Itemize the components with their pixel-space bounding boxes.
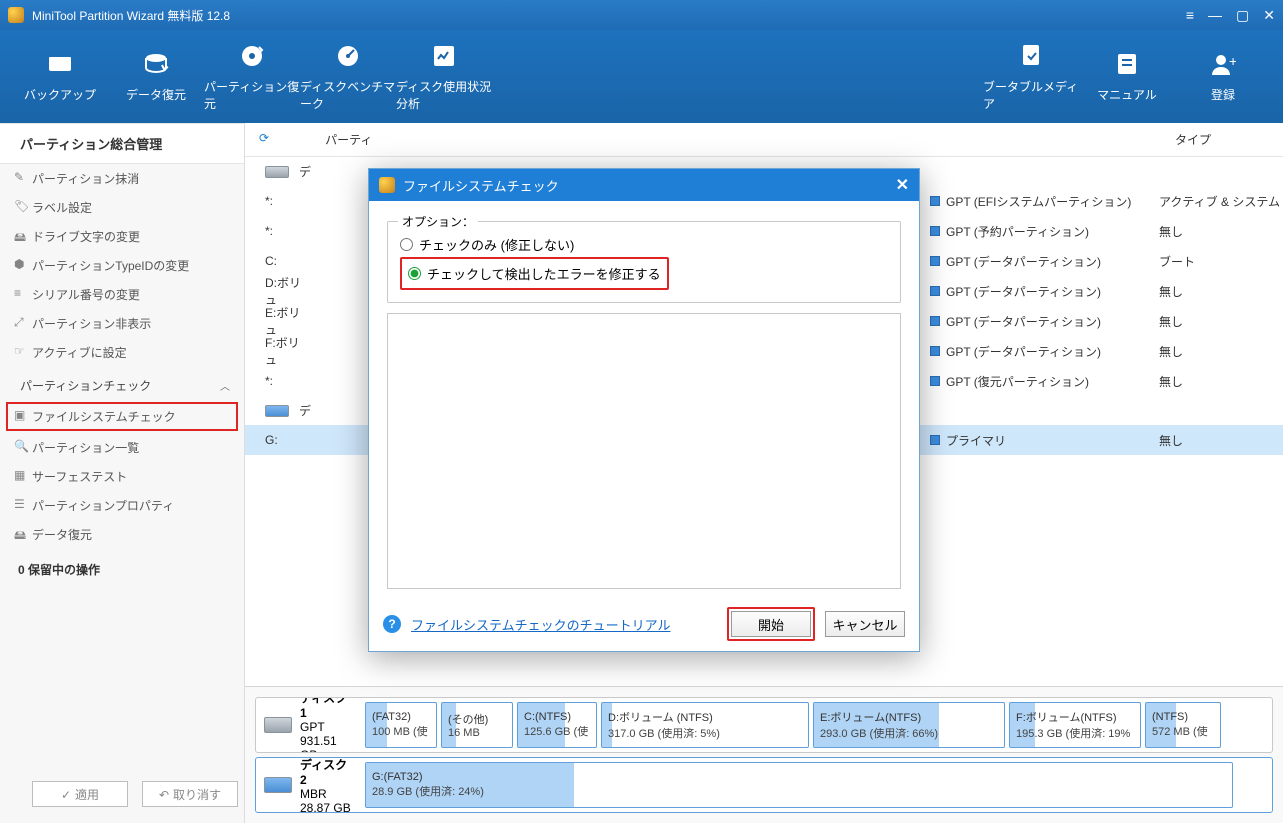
radio-check-only[interactable]: チェックのみ (修正しない) [400, 235, 888, 254]
manual-icon [1113, 50, 1141, 78]
disk-icon [265, 166, 289, 178]
options-legend: オプション： [398, 213, 478, 230]
sidebar-item-filesystem-check[interactable]: ▣ファイルシステムチェック [6, 402, 238, 431]
disk-icon [265, 405, 289, 417]
sidebar-item-typeid[interactable]: ⬢パーティションTypeIDの変更 [0, 251, 244, 280]
sidebar-item-data-recover[interactable]: 🖴データ復元 [0, 520, 244, 549]
sidebar-item-drive-letter[interactable]: 🖴ドライブ文字の変更 [0, 222, 244, 251]
start-button[interactable]: 開始 [731, 611, 811, 637]
help-icon[interactable]: ? [383, 615, 401, 633]
svg-text:+: + [1229, 53, 1236, 69]
disk-map-area: ディスク 1 GPT 931.51 GB (FAT32)100 MB (使(その… [245, 686, 1283, 823]
backup-button[interactable]: バックアップ [12, 37, 108, 117]
sidebar-group-check: ▣ファイルシステムチェック 🔍パーティション一覧 ▦サーフェステスト ☰パーティ… [0, 402, 244, 549]
sidebar-item-hide[interactable]: ⤢パーティション非表示 [0, 309, 244, 338]
filesystem-check-dialog: ファイルシステムチェック ✕ オプション： チェックのみ (修正しない) チェッ… [368, 168, 920, 652]
dialog-icon [379, 177, 395, 193]
disk-map-partition[interactable]: D:ボリューム (NTFS)317.0 GB (使用済: 5%) [601, 702, 809, 748]
bootable-media-button[interactable]: ブータブルメディア [983, 37, 1079, 117]
dialog-close-button[interactable]: ✕ [896, 175, 909, 195]
disk-usage-button[interactable]: ディスク使用状況分析 [396, 37, 492, 117]
disk-benchmark-button[interactable]: ディスクベンチマーク [300, 37, 396, 117]
register-icon: + [1209, 50, 1237, 78]
main-toolbar: バックアップ データ復元 パーティション復元 ディスクベンチマーク ディスク使用… [0, 30, 1283, 123]
refresh-icon[interactable]: ⟳ [259, 131, 269, 148]
partition-recovery-icon [238, 42, 266, 70]
minimize-button[interactable]: — [1208, 7, 1222, 23]
sidebar-section-check[interactable]: パーティションチェック︿ [0, 367, 244, 400]
menu-icon[interactable]: ≡ [1186, 7, 1194, 23]
data-recovery-button[interactable]: データ復元 [108, 37, 204, 117]
disk-icon [264, 777, 292, 793]
partition-table-header: ⟳ パーティ タイプ 状態 [245, 123, 1283, 157]
sidebar-item-surface-test[interactable]: ▦サーフェステスト [0, 462, 244, 491]
manual-button[interactable]: マニュアル [1079, 37, 1175, 117]
sidebar-item-partition-list[interactable]: 🔍パーティション一覧 [0, 433, 244, 462]
log-output [387, 313, 901, 589]
backup-icon [46, 50, 74, 78]
maximize-button[interactable]: ▢ [1236, 7, 1249, 24]
disk-map-partition[interactable]: F:ボリューム(NTFS)195.3 GB (使用済: 19% [1009, 702, 1141, 748]
sidebar-item-serial[interactable]: ≡シリアル番号の変更 [0, 280, 244, 309]
radio-check-and-fix[interactable]: チェックして検出したエラーを修正する [408, 264, 661, 283]
titlebar: MiniTool Partition Wizard 無料版 12.8 ≡ — ▢… [0, 0, 1283, 30]
disk-map-partition[interactable]: (FAT32)100 MB (使 [365, 702, 437, 748]
disk-map-partition[interactable]: (その他)16 MB [441, 702, 513, 748]
partition-recovery-button[interactable]: パーティション復元 [204, 37, 300, 117]
sidebar-item-wipe[interactable]: ✎パーティション抹消 [0, 164, 244, 193]
apply-button[interactable]: ✓適用 [32, 781, 128, 807]
register-button[interactable]: + 登録 [1175, 37, 1271, 117]
dialog-title: ファイルシステムチェック [403, 176, 559, 195]
disk-map-partition[interactable]: (NTFS)572 MB (使 [1145, 702, 1221, 748]
sidebar-tab[interactable]: パーティション総合管理 [0, 123, 244, 164]
close-button[interactable]: ✕ [1263, 7, 1275, 24]
options-fieldset: オプション： チェックのみ (修正しない) チェックして検出したエラーを修正する [387, 221, 901, 303]
data-recovery-icon [142, 50, 170, 78]
chevron-up-icon: ︿ [220, 378, 230, 393]
disk-map-partition[interactable]: C:(NTFS)125.6 GB (使 [517, 702, 597, 748]
dialog-titlebar: ファイルシステムチェック ✕ [369, 169, 919, 201]
pending-ops: 0 保留中の操作 [0, 549, 244, 590]
benchmark-icon [334, 42, 362, 70]
disk-map-2[interactable]: ディスク 2 MBR 28.87 GB G:(FAT32)28.9 GB (使用… [255, 757, 1273, 813]
disk-map-partition[interactable]: G:(FAT32)28.9 GB (使用済: 24%) [365, 762, 1233, 808]
undo-button[interactable]: ↶取り消す [142, 781, 238, 807]
sidebar-item-partition-props[interactable]: ☰パーティションプロパティ [0, 491, 244, 520]
bootable-media-icon [1017, 42, 1045, 70]
disk-map-1[interactable]: ディスク 1 GPT 931.51 GB (FAT32)100 MB (使(その… [255, 697, 1273, 753]
sidebar-group-partition-ops: ✎パーティション抹消 🏷ラベル設定 🖴ドライブ文字の変更 ⬢パーティションTyp… [0, 164, 244, 367]
col-type: タイプ [1175, 131, 1211, 148]
app-icon [8, 7, 24, 23]
sidebar-item-active[interactable]: ☞アクティブに設定 [0, 338, 244, 367]
col-partition: パーティ [277, 131, 647, 148]
tutorial-link[interactable]: ファイルシステムチェックのチュートリアル [411, 615, 670, 634]
sidebar: パーティション総合管理 ✎パーティション抹消 🏷ラベル設定 🖴ドライブ文字の変更… [0, 123, 245, 823]
disk-map-partition[interactable]: E:ボリューム(NTFS)293.0 GB (使用済: 66%) [813, 702, 1005, 748]
usage-icon [430, 42, 458, 70]
cancel-button[interactable]: キャンセル [825, 611, 905, 637]
app-title: MiniTool Partition Wizard 無料版 12.8 [32, 7, 1186, 24]
disk-icon [264, 717, 292, 733]
sidebar-item-label[interactable]: 🏷ラベル設定 [0, 193, 244, 222]
